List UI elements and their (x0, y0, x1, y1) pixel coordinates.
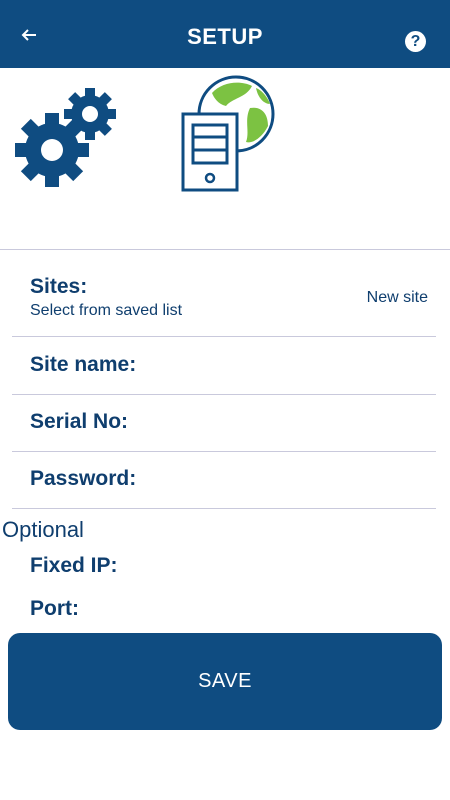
site-name-label: Site name: (30, 353, 137, 376)
save-button[interactable]: SAVE (8, 633, 442, 730)
fixed-ip-label: Fixed IP: (30, 554, 118, 577)
sites-label: Sites: (30, 275, 88, 298)
sites-select-hint[interactable]: Select from saved list (30, 302, 206, 320)
port-label: Port: (30, 597, 79, 620)
new-site-button[interactable]: New site (367, 289, 428, 307)
serial-label: Serial No: (30, 410, 129, 433)
sites-row[interactable]: Sites: Select from saved list New site (0, 272, 450, 338)
divider (12, 508, 436, 509)
fixed-ip-field[interactable]: Fixed IP: (0, 552, 450, 588)
password-label: Password: (30, 467, 137, 490)
optional-heading: Optional (2, 517, 84, 542)
serial-field[interactable]: Serial No: (0, 395, 450, 452)
illustration (0, 68, 450, 248)
question-circle-icon[interactable]: ? (405, 31, 426, 52)
gears-icon (15, 88, 116, 187)
password-field[interactable]: Password: (0, 452, 450, 509)
site-name-field[interactable]: Site name: (0, 338, 450, 395)
port-field[interactable]: Port: (0, 595, 450, 631)
divider (12, 336, 436, 337)
app-bar: SETUP ? (0, 0, 450, 68)
divider (0, 249, 450, 250)
server-globe-icon (181, 75, 275, 192)
page-title: SETUP (187, 24, 263, 49)
